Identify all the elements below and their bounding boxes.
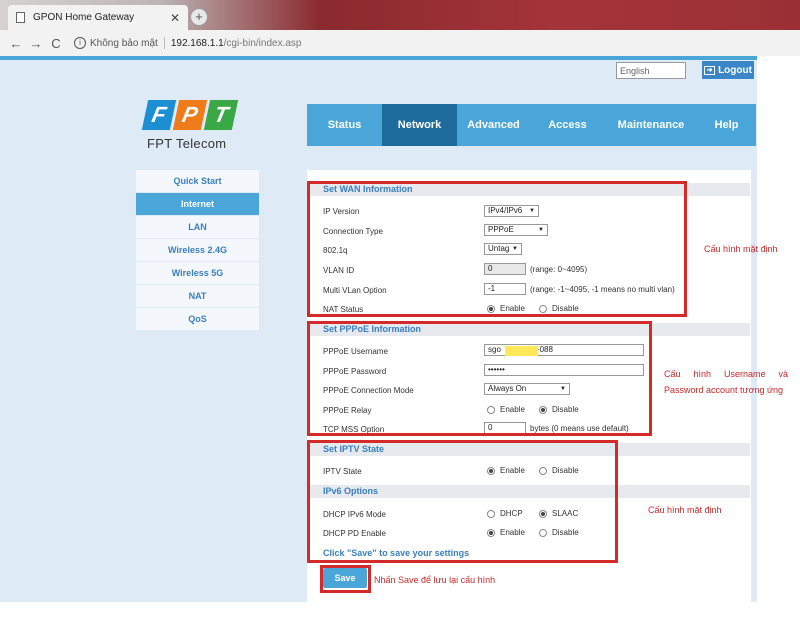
reload-icon[interactable]: C — [46, 36, 66, 51]
address-bar[interactable]: i Không bảo mật 192.168.1.1 /cgi-bin/ind… — [74, 37, 301, 49]
logo-letter-p: P — [172, 100, 208, 130]
nav-help[interactable]: Help — [697, 104, 756, 146]
nav-status[interactable]: Status — [307, 104, 382, 146]
nav-maintenance[interactable]: Maintenance — [605, 104, 697, 146]
logo-letter-f: F — [141, 100, 177, 130]
security-status: Không bảo mật — [90, 37, 158, 49]
page-icon — [16, 12, 25, 23]
iptv-annotation-box — [307, 440, 618, 563]
sidebar-item-quick-start[interactable]: Quick Start — [136, 170, 259, 193]
logo-tiles: F P T — [141, 100, 239, 130]
wan-annotation-note: Cấu hình mặt định — [704, 244, 778, 254]
top-accent-bar — [0, 56, 757, 60]
wan-annotation-box — [307, 181, 687, 317]
logout-label: Logout — [718, 64, 752, 76]
sidebar-item-lan[interactable]: LAN — [136, 216, 259, 239]
logout-icon: ➜ — [704, 65, 716, 75]
forward-arrow-icon[interactable]: → — [26, 36, 46, 51]
url-path: /cgi-bin/index.asp — [223, 37, 302, 49]
browser-tab[interactable]: GPON Home Gateway ✕ — [8, 5, 188, 30]
pppoe-annotation-note: Cấu hình Username và Password account tư… — [664, 369, 788, 395]
fpt-logo: F P T FPT Telecom — [141, 100, 239, 151]
nav-network[interactable]: Network — [382, 104, 457, 146]
sidebar: Quick Start Internet LAN Wireless 2.4G W… — [136, 170, 259, 331]
address-divider — [163, 37, 165, 49]
browser-toolbar: ← → C i Không bảo mật 192.168.1.1 /cgi-b… — [0, 30, 800, 56]
main-nav: Status Network Advanced Access Maintenan… — [307, 104, 756, 146]
sidebar-item-qos[interactable]: QoS — [136, 308, 259, 331]
nav-advanced[interactable]: Advanced — [457, 104, 530, 146]
logout-button[interactable]: ➜ Logout — [702, 61, 754, 79]
tab-close-icon[interactable]: ✕ — [170, 11, 180, 25]
sidebar-item-internet[interactable]: Internet — [136, 193, 259, 216]
sidebar-item-nat[interactable]: NAT — [136, 285, 259, 308]
pppoe-annotation-box — [307, 321, 652, 436]
logo-letter-t: T — [203, 100, 239, 130]
sidebar-item-wireless-5g[interactable]: Wireless 5G — [136, 262, 259, 285]
info-icon[interactable]: i — [74, 37, 86, 49]
url-host: 192.168.1.1 — [170, 37, 224, 49]
tab-title: GPON Home Gateway — [33, 12, 135, 23]
save-annotation-note: Nhấn Save để lưu lại cấu hình — [374, 575, 496, 585]
new-tab-button[interactable]: + — [190, 8, 208, 26]
screenshot: GPON Home Gateway ✕ + ← → C i Không bảo … — [0, 0, 800, 618]
iptv-annotation-note: Cấu hình mặt định — [648, 505, 722, 515]
brand-name: FPT Telecom — [147, 136, 227, 151]
save-annotation-box — [320, 565, 371, 593]
back-arrow-icon[interactable]: ← — [6, 36, 26, 51]
nav-access[interactable]: Access — [530, 104, 605, 146]
browser-tab-strip: GPON Home Gateway ✕ + — [0, 0, 800, 30]
language-select[interactable]: English — [616, 62, 686, 79]
sidebar-item-wireless-24g[interactable]: Wireless 2.4G — [136, 239, 259, 262]
